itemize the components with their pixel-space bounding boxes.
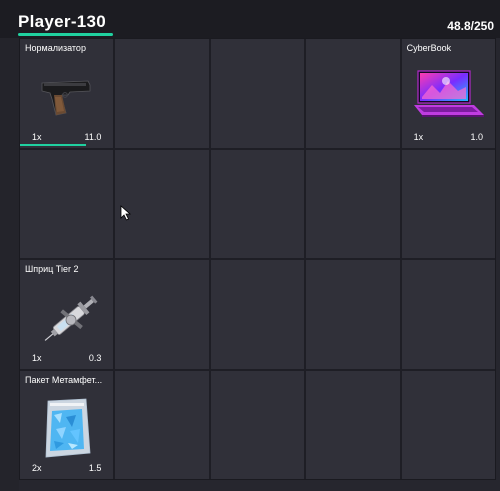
player-name: Player-130 [18,12,107,31]
inventory-slot-19[interactable] [306,370,400,479]
item-quantity: 1x [413,131,424,142]
inventory-slot-8[interactable] [210,149,305,258]
inventory-slot-20[interactable] [401,370,495,479]
inventory-slot-4[interactable] [306,39,400,148]
left-edge-strip [0,38,19,491]
inventory-slot-5[interactable]: CyberBook 1x 1.0 [401,39,495,148]
item-weight: 0.3 [88,352,102,363]
inventory-header: Player-130 48.8/250 [0,0,500,38]
inventory-slot-3[interactable] [210,39,305,148]
item-quantity: 1x [32,131,42,142]
inventory-slot-16[interactable]: Пакет Метамфет... 2x 1.5 [20,370,114,479]
inventory-slot-13[interactable] [210,260,305,369]
item-name: Шприц Tier 2 [25,264,79,274]
item-name: Пакет Метамфет... [25,374,103,385]
laptop-icon [413,70,484,117]
item-quantity: 1x [32,352,42,363]
inventory-slot-11[interactable]: Шприц Tier 2 1x 0.3 [20,260,114,369]
inventory-slot-10[interactable] [401,149,495,258]
item-weight: 1.5 [88,463,102,473]
inventory-slot-14[interactable] [306,260,400,369]
inventory-grid: Нормализатор 1x 11.0 CyberBook 1x 1.0 Шп… [19,38,496,480]
item-name: CyberBook [406,43,452,53]
inventory-slot-17[interactable] [115,370,209,479]
item-name: Нормализатор [25,43,86,53]
player-name-underline [18,33,113,36]
inventory-slot-7[interactable] [115,149,209,258]
durability-bar [20,143,87,146]
pistol-icon [41,80,91,116]
inventory-slot-1[interactable]: Нормализатор 1x 11.0 [20,39,114,148]
syringe-icon [44,295,98,341]
inventory-slot-15[interactable] [401,260,495,369]
inventory-slot-6[interactable] [20,149,114,258]
inventory-slot-18[interactable] [210,370,305,479]
inventory-weight: 48.8/250 [447,19,494,33]
inventory-slot-2[interactable] [115,39,209,148]
item-weight: 1.0 [470,131,483,142]
item-weight: 11.0 [84,131,102,142]
mouse-cursor-icon [120,205,132,221]
crystal-bag-icon [45,398,91,457]
inventory-slot-12[interactable] [115,260,209,369]
item-quantity: 2x [32,463,42,473]
inventory-slot-9[interactable] [306,149,400,258]
